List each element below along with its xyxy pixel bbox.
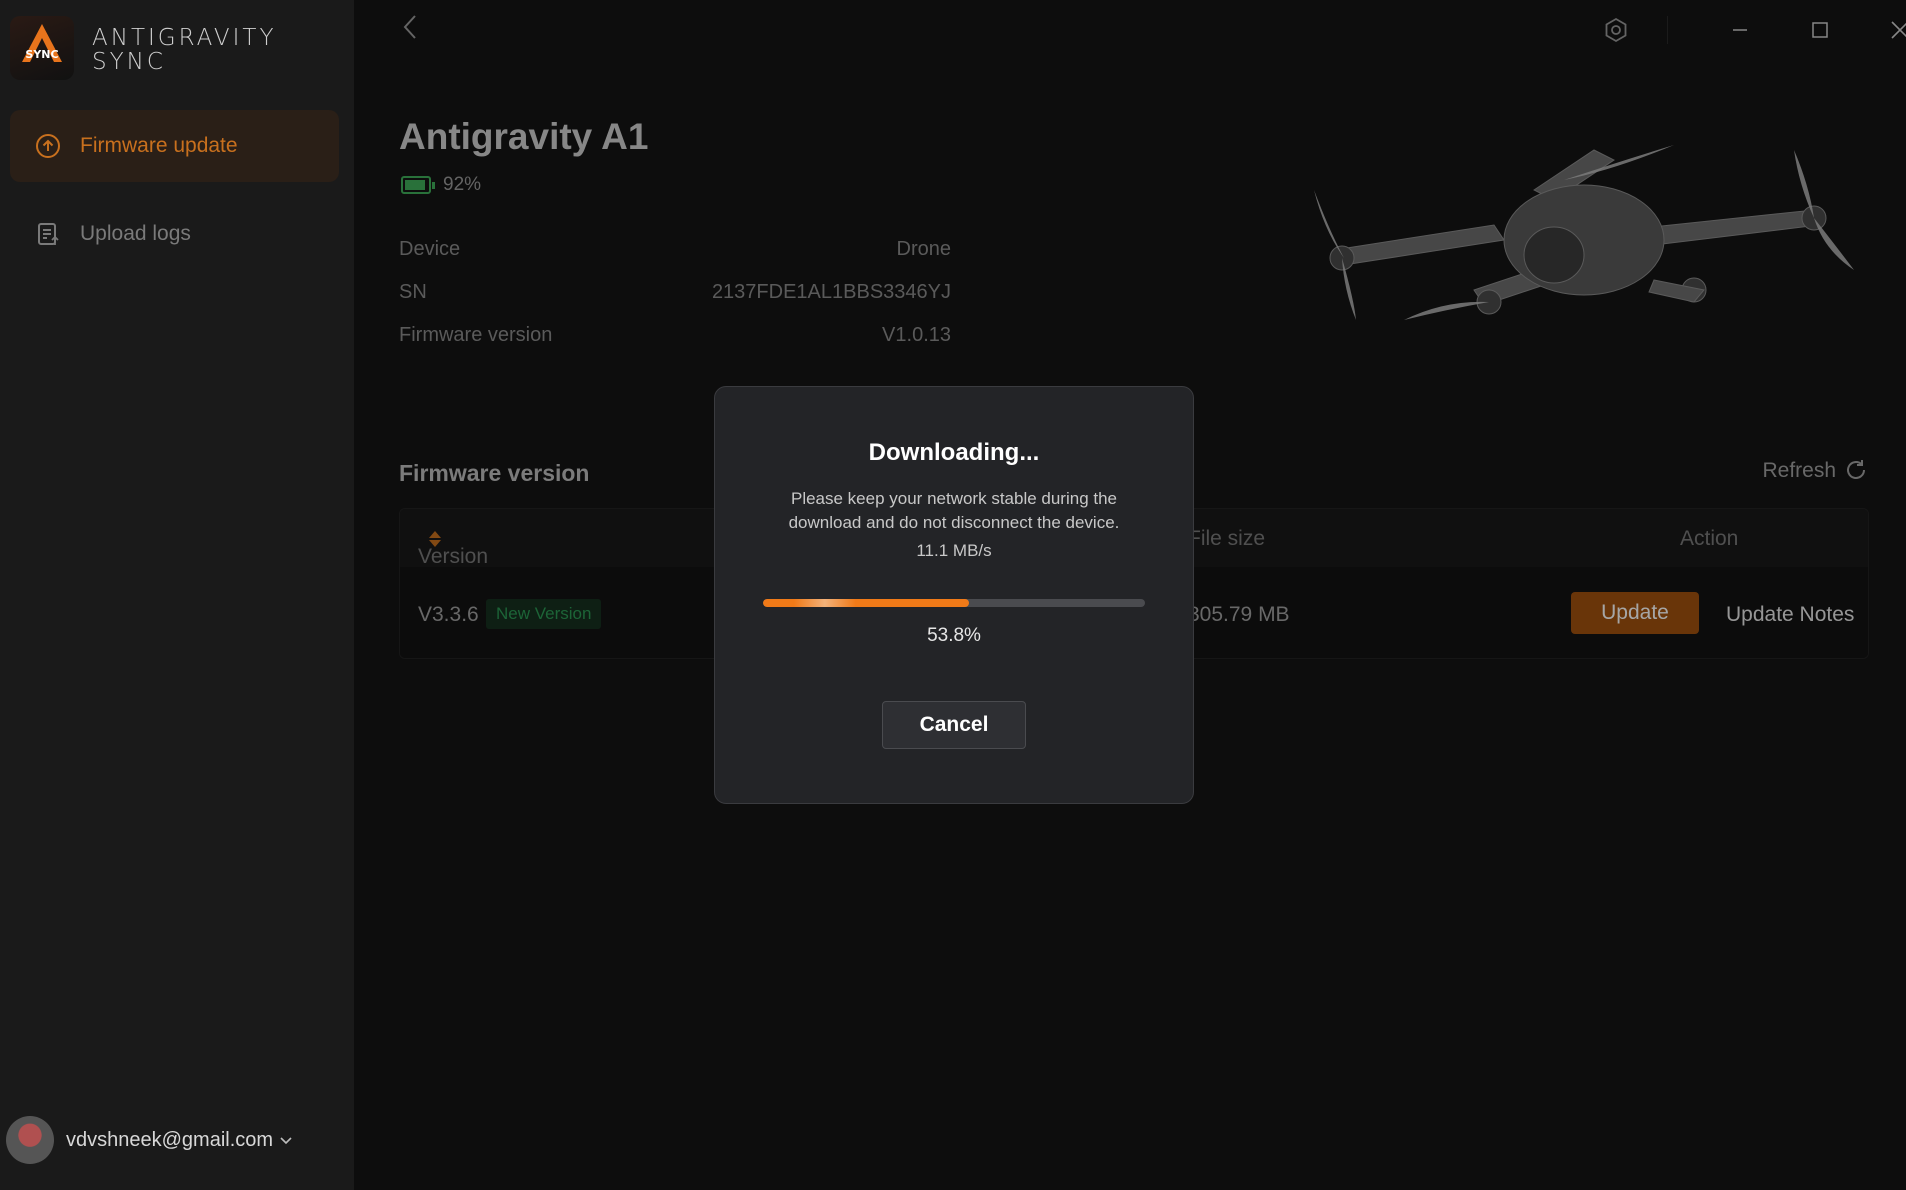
sidebar-item-upload-logs[interactable]: Upload logs <box>10 198 339 270</box>
user-account-menu[interactable]: vdvshneek@gmail.com <box>6 1116 293 1164</box>
sidebar: SYNC ANTIGRAVITY SYNC Firmware update Up… <box>0 0 354 1190</box>
avatar <box>6 1116 54 1164</box>
progress-fill <box>763 599 969 607</box>
dialog-message: Please keep your network stable during t… <box>788 489 1120 532</box>
user-email: vdvshneek@gmail.com <box>66 1128 274 1151</box>
svg-text:SYNC: SYNC <box>25 48 58 61</box>
sidebar-item-label: Upload logs <box>80 222 191 245</box>
download-progress-dialog: Downloading... Please keep your network … <box>714 386 1194 804</box>
app-logo: SYNC <box>10 16 74 80</box>
chevron-down-icon <box>279 1129 293 1152</box>
brand-line-1: ANTIGRAVITY <box>92 25 277 51</box>
sidebar-item-firmware-update[interactable]: Firmware update <box>10 110 339 182</box>
log-document-icon <box>34 220 62 248</box>
brand-line-2: SYNC <box>92 49 166 75</box>
sidebar-item-label: Firmware update <box>80 134 238 157</box>
download-progress-bar <box>763 599 1145 607</box>
app-brand: ANTIGRAVITY SYNC <box>92 26 277 74</box>
cancel-button[interactable]: Cancel <box>882 701 1026 749</box>
progress-percent: 53.8% <box>927 625 981 646</box>
upload-circle-icon <box>34 132 62 160</box>
download-speed: 11.1 MB/s <box>916 541 992 560</box>
dialog-title: Downloading... <box>868 439 1040 466</box>
